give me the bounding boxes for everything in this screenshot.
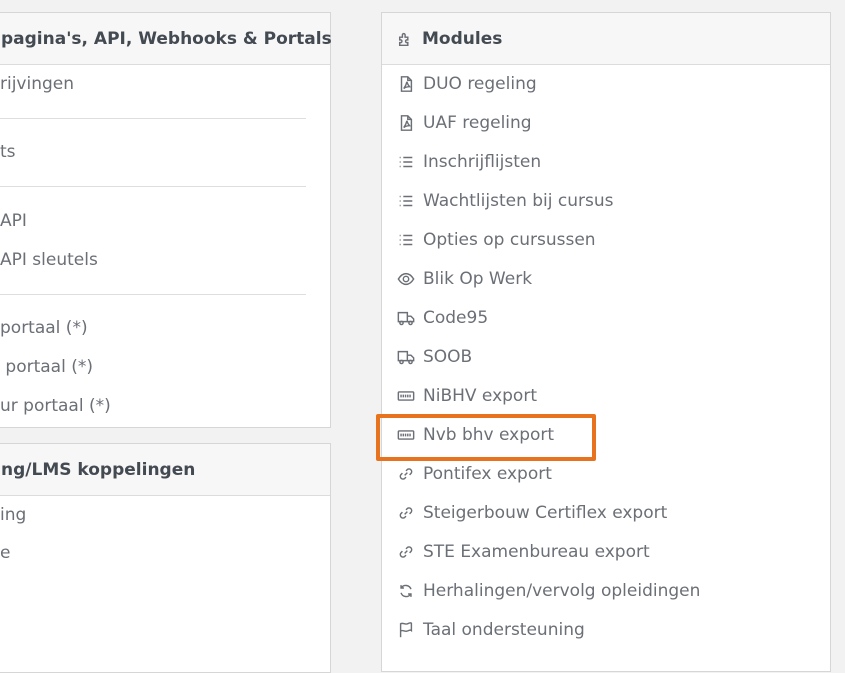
link-icon bbox=[396, 542, 416, 562]
panel-title: Modules bbox=[422, 28, 503, 49]
module-item-soob[interactable]: SOOB bbox=[396, 347, 472, 367]
left-item-portaal-2[interactable]: portaal (*) bbox=[0, 357, 93, 377]
left-item-inschrijvingen[interactable]: rijvingen bbox=[0, 74, 74, 94]
module-item-nvb-bhv-export[interactable]: Nvb bhv export bbox=[396, 425, 554, 445]
panel-header: Modules bbox=[382, 13, 830, 65]
id-card-icon bbox=[396, 425, 416, 445]
flag-icon bbox=[396, 620, 416, 640]
left-item-ing[interactable]: ing bbox=[0, 505, 26, 525]
panel-title: pagina's, API, Webhooks & Portals bbox=[1, 28, 332, 49]
truck-icon bbox=[396, 347, 416, 367]
left-item-portaal-1[interactable]: portaal (*) bbox=[0, 318, 88, 338]
link-icon bbox=[396, 464, 416, 484]
eye-icon bbox=[396, 269, 416, 289]
divider bbox=[0, 294, 306, 295]
panel-title: ng/LMS koppelingen bbox=[1, 459, 196, 480]
pdf-file-icon bbox=[396, 74, 416, 94]
module-item-blik-op-werk[interactable]: Blik Op Werk bbox=[396, 269, 532, 289]
module-item-wachtlijsten[interactable]: Wachtlijsten bij cursus bbox=[396, 191, 614, 211]
refresh-icon bbox=[396, 581, 416, 601]
module-item-taal-ondersteuning[interactable]: Taal ondersteuning bbox=[396, 620, 585, 640]
list-icon bbox=[396, 230, 416, 250]
module-item-opties[interactable]: Opties op cursussen bbox=[396, 230, 596, 250]
modules-panel: Modules bbox=[381, 12, 831, 672]
module-item-herhalingen[interactable]: Herhalingen/vervolg opleidingen bbox=[396, 581, 700, 601]
divider bbox=[0, 118, 306, 119]
left-item-api[interactable]: API bbox=[0, 211, 27, 231]
pdf-file-icon bbox=[396, 113, 416, 133]
module-item-inschrijflijsten[interactable]: Inschrijflijsten bbox=[396, 152, 541, 172]
left-item-ts[interactable]: ts bbox=[0, 142, 16, 162]
puzzle-icon bbox=[396, 29, 416, 49]
link-icon bbox=[396, 503, 416, 523]
truck-icon bbox=[396, 308, 416, 328]
module-item-steigerbouw[interactable]: Steigerbouw Certiflex export bbox=[396, 503, 667, 523]
left-item-api-sleutels[interactable]: API sleutels bbox=[0, 250, 98, 270]
module-item-pontifex-export[interactable]: Pontifex export bbox=[396, 464, 552, 484]
left-panel-lms: ng/LMS koppelingen bbox=[0, 443, 331, 673]
module-item-code95[interactable]: Code95 bbox=[396, 308, 488, 328]
module-item-ste-examenbureau[interactable]: STE Examenbureau export bbox=[396, 542, 650, 562]
module-item-uaf-regeling[interactable]: UAF regeling bbox=[396, 113, 532, 133]
list-icon bbox=[396, 191, 416, 211]
left-item-portaal-3[interactable]: ur portaal (*) bbox=[0, 396, 111, 416]
panel-header: ng/LMS koppelingen bbox=[0, 444, 330, 496]
panel-header: pagina's, API, Webhooks & Portals bbox=[0, 13, 332, 65]
divider bbox=[0, 186, 306, 187]
left-item-e[interactable]: e bbox=[0, 543, 10, 563]
module-item-duo-regeling[interactable]: DUO regeling bbox=[396, 74, 537, 94]
id-card-icon bbox=[396, 386, 416, 406]
list-icon bbox=[396, 152, 416, 172]
module-item-nibhv-export[interactable]: NiBHV export bbox=[396, 386, 537, 406]
